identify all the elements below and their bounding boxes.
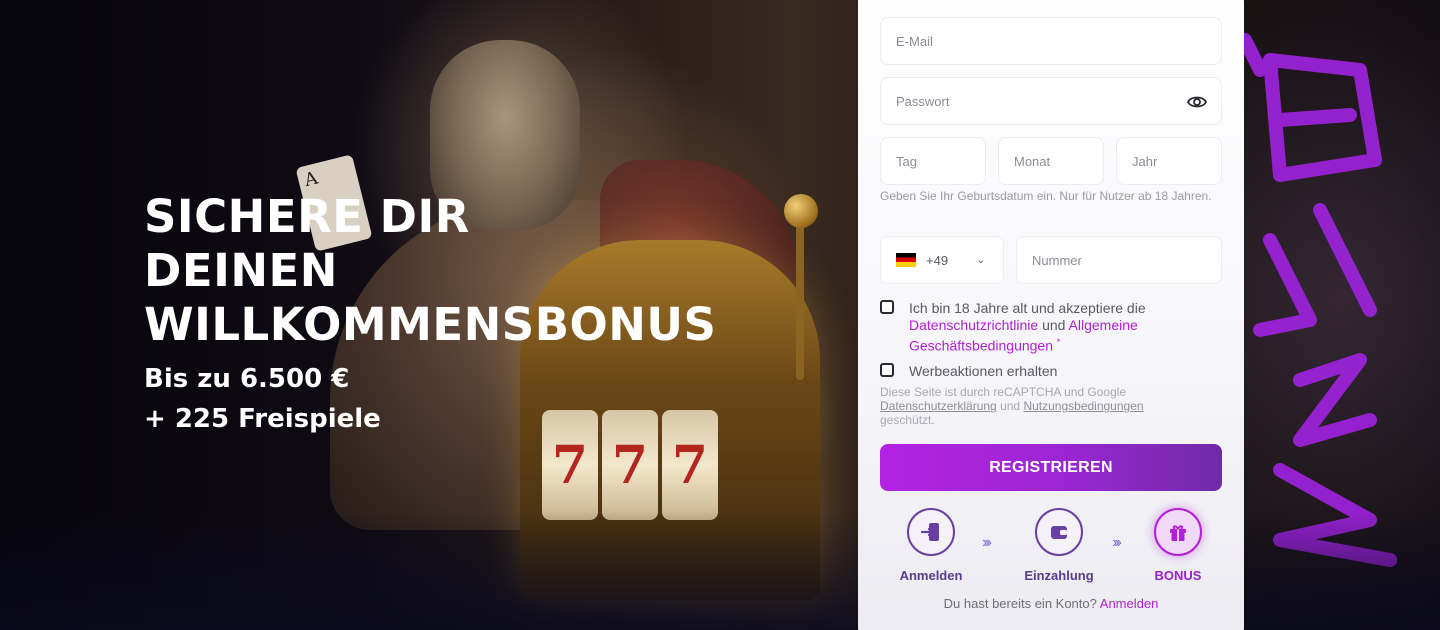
wallet-icon bbox=[1051, 526, 1067, 539]
step-deposit bbox=[1035, 508, 1083, 556]
step-login bbox=[907, 508, 955, 556]
login-link[interactable]: Anmelden bbox=[1100, 596, 1159, 611]
terms-text: Ich bin 18 Jahre alt und akzeptiere die bbox=[909, 300, 1146, 316]
chevron-down-icon: ⌄ bbox=[976, 255, 985, 266]
gift-icon bbox=[1170, 525, 1186, 541]
email-placeholder: E-Mail bbox=[896, 33, 933, 49]
month-placeholder: Monat bbox=[1014, 153, 1051, 169]
promotions-checkbox[interactable] bbox=[880, 363, 894, 377]
promotions-label: Werbeaktionen erhalten bbox=[909, 363, 1058, 379]
terms-and-text: und bbox=[1042, 317, 1066, 333]
slot-reel: 7 bbox=[602, 410, 658, 520]
eye-icon[interactable] bbox=[1187, 93, 1207, 111]
google-privacy-link[interactable]: Datenschutzerklärung bbox=[880, 399, 997, 413]
headline-line: DEINEN bbox=[144, 244, 338, 297]
bonus-amount-text: Bis zu 6.500 € bbox=[144, 364, 350, 394]
terms-consent-text: Ich bin 18 Jahre alt und akzeptiere die … bbox=[909, 300, 1209, 355]
slot-reel: 7 bbox=[662, 410, 718, 520]
recaptcha-text: Diese Seite ist durch reCAPTCHA und Goog… bbox=[880, 385, 1127, 399]
hero-headline: SICHERE DIR DEINEN WILLKOMMENSBONUS bbox=[144, 190, 764, 352]
free-spins-text: + 225 Freispiele bbox=[144, 404, 381, 434]
birth-day-field[interactable]: Tag bbox=[880, 137, 986, 185]
country-code-value: +49 bbox=[926, 252, 949, 268]
step-label-bonus: BONUS bbox=[1154, 568, 1202, 583]
germany-flag-icon bbox=[896, 253, 916, 267]
recaptcha-protected-text: geschützt. bbox=[880, 413, 935, 427]
required-mark: * bbox=[1056, 337, 1061, 347]
step-arrows-icon: ››› bbox=[1112, 534, 1122, 551]
register-button[interactable]: REGISTRIEREN bbox=[880, 444, 1222, 491]
slot-lever-knob bbox=[784, 194, 818, 228]
headline-line: WILLKOMMENSBONUS bbox=[144, 298, 717, 351]
privacy-policy-link[interactable]: Datenschutzrichtlinie bbox=[909, 317, 1038, 333]
phone-placeholder: Nummer bbox=[1032, 252, 1082, 268]
terms-checkbox[interactable] bbox=[880, 300, 894, 314]
birth-year-field[interactable]: Jahr bbox=[1116, 137, 1222, 185]
recaptcha-and-text: und bbox=[1000, 399, 1021, 413]
have-account-text: Du hast bereits ein Konto? bbox=[943, 596, 1097, 611]
step-label-login: Anmelden bbox=[899, 568, 963, 583]
existing-account-prompt: Du hast bereits ein Konto? Anmelden bbox=[858, 596, 1244, 611]
email-field[interactable]: E-Mail bbox=[880, 17, 1222, 65]
year-placeholder: Jahr bbox=[1132, 153, 1158, 169]
day-placeholder: Tag bbox=[896, 153, 917, 169]
slot-reel: 7 bbox=[542, 410, 598, 520]
login-door-icon bbox=[920, 523, 939, 541]
step-label-deposit: Einzahlung bbox=[1024, 568, 1094, 583]
birthdate-hint: Geben Sie Ihr Geburtsdatum ein. Nur für … bbox=[880, 189, 1212, 203]
step-bonus bbox=[1154, 508, 1202, 556]
step-arrows-icon: ››› bbox=[982, 534, 992, 551]
headline-line: SICHERE DIR bbox=[144, 190, 470, 243]
password-placeholder: Passwort bbox=[896, 93, 950, 109]
birth-month-field[interactable]: Monat bbox=[998, 137, 1104, 185]
country-code-select[interactable]: +49 ⌄ bbox=[880, 236, 1004, 284]
google-terms-link[interactable]: Nutzungsbedingungen bbox=[1023, 399, 1143, 413]
password-field[interactable]: Passwort bbox=[880, 77, 1222, 125]
phone-number-field[interactable]: Nummer bbox=[1016, 236, 1222, 284]
recaptcha-notice: Diese Seite ist durch reCAPTCHA und Goog… bbox=[880, 385, 1210, 427]
